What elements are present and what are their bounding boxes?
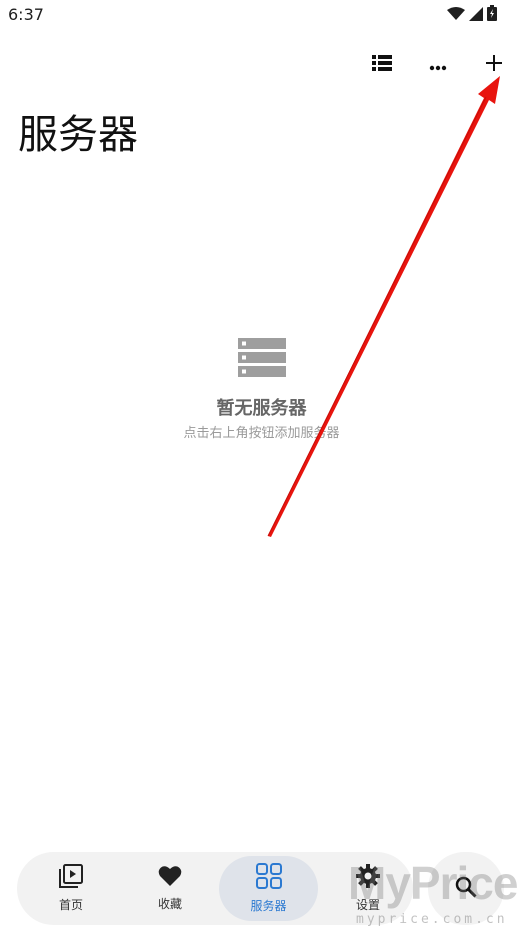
nav-label-servers: 服务器 <box>250 899 287 913</box>
list-view-button[interactable] <box>367 50 397 80</box>
nav-item-home[interactable]: 首页 <box>29 856 113 921</box>
top-toolbar <box>323 50 523 80</box>
wifi-icon <box>447 6 465 25</box>
nav-item-servers[interactable]: 服务器 <box>219 856 318 921</box>
empty-state: 暂无服务器 点击右上角按钮添加服务器 <box>0 338 523 441</box>
list-view-icon <box>372 55 392 75</box>
nav-label-favorites: 收藏 <box>157 897 182 911</box>
more-icon <box>429 56 447 75</box>
status-icons <box>447 5 497 25</box>
empty-state-hint: 点击右上角按钮添加服务器 <box>183 426 340 441</box>
nav-label-home: 首页 <box>58 898 83 912</box>
battery-icon <box>487 5 497 25</box>
heart-icon <box>158 865 182 891</box>
play-library-icon <box>59 864 83 892</box>
grid-icon <box>255 863 282 893</box>
more-button[interactable] <box>423 50 453 80</box>
nav-item-favorites[interactable]: 收藏 <box>128 856 212 921</box>
watermark-domain: myprice.com.cn <box>356 912 508 927</box>
server-icon <box>0 338 523 382</box>
page-title: 服务器 <box>18 112 138 158</box>
status-bar: 6:37 <box>0 0 523 28</box>
watermark: MyPrice <box>348 857 518 909</box>
empty-state-title: 暂无服务器 <box>216 398 307 419</box>
status-time: 6:37 <box>8 5 44 24</box>
add-server-button[interactable] <box>479 50 509 80</box>
signal-icon <box>469 6 483 25</box>
add-icon <box>486 55 502 75</box>
